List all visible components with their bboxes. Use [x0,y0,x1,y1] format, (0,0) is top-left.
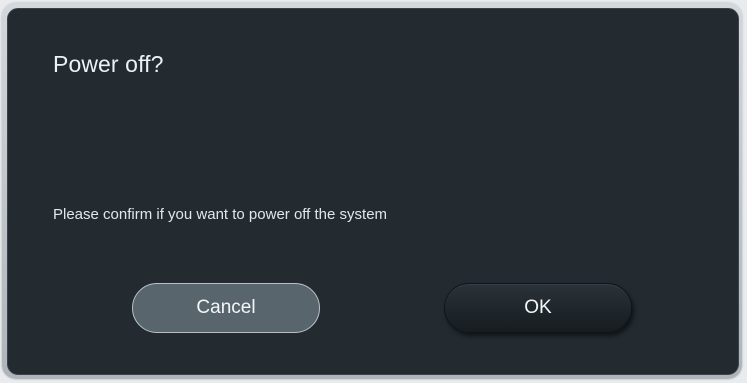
dialog-message: Please confirm if you want to power off … [53,206,388,223]
dialog-title: Power off? [53,51,164,77]
power-off-dialog: Power off? Please confirm if you want to… [7,8,739,375]
ok-button[interactable]: OK [444,283,632,333]
cancel-button[interactable]: Cancel [132,283,320,333]
